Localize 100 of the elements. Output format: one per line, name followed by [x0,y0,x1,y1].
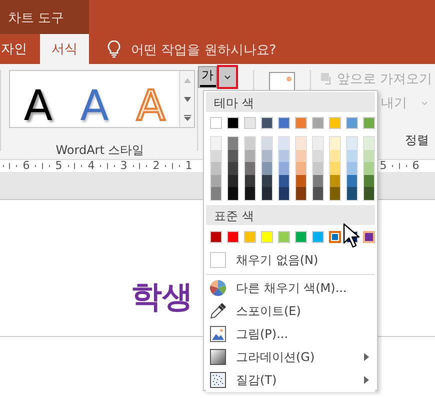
color-swatch[interactable] [279,162,289,175]
scroll-up-arrow-icon [184,77,190,84]
color-swatch[interactable] [210,230,222,243]
color-swatch[interactable] [364,150,374,162]
color-swatch[interactable] [347,162,357,175]
ruler-number: 1 [185,160,192,172]
color-swatch[interactable] [364,187,374,200]
color-swatch[interactable] [245,150,255,162]
color-swatch[interactable] [244,117,256,129]
ruler-number: 5 [380,160,387,172]
color-swatch[interactable] [228,187,238,200]
color-swatch[interactable] [295,117,307,129]
color-swatch[interactable] [313,187,323,200]
color-swatch[interactable] [330,162,340,175]
dropdown-button[interactable] [217,65,238,89]
wordart-style[interactable]: A [24,85,53,127]
context-tab-label: 차트 도구 [0,0,89,34]
ruler-number: 6 [22,160,30,172]
color-swatch[interactable] [279,187,289,200]
color-swatch[interactable] [211,174,221,188]
color-swatch[interactable] [296,187,306,200]
slide-text: 학생 [131,278,193,314]
color-swatch[interactable] [244,230,256,243]
color-swatch[interactable] [228,174,238,188]
color-swatch[interactable] [347,150,357,162]
color-swatch[interactable] [363,117,375,129]
color-swatch[interactable] [279,174,289,188]
tell-me-search[interactable]: 어떤 작업을 원하시나요? [131,34,276,64]
color-swatch[interactable] [295,230,307,243]
color-swatch[interactable] [313,150,323,162]
color-swatch[interactable] [227,117,239,129]
more-button[interactable] [180,108,194,128]
color-swatch[interactable] [312,117,324,129]
color-swatch[interactable] [347,137,357,150]
font-color-button[interactable]: 가 [198,66,217,88]
color-swatch[interactable] [211,150,221,162]
color-swatch[interactable] [312,230,324,243]
color-swatch[interactable] [313,137,323,150]
color-swatch[interactable] [330,187,340,200]
ruler-number: 3 [120,160,128,172]
color-swatch[interactable] [364,137,374,150]
color-swatch[interactable] [228,150,238,162]
color-swatch[interactable] [364,174,374,188]
color-swatch[interactable] [262,174,272,188]
color-swatch[interactable] [278,230,290,243]
color-swatch[interactable] [211,137,221,150]
color-swatch[interactable] [245,137,255,150]
color-swatch[interactable] [313,174,323,188]
color-swatch[interactable] [262,137,272,150]
color-swatch[interactable] [261,230,273,243]
ruler-number: 5 [55,160,62,172]
color-swatch[interactable] [347,187,357,200]
ribbon-tab[interactable]: 서식 [40,34,89,64]
color-swatch[interactable] [245,187,255,200]
color-swatch[interactable] [262,150,272,162]
color-swatch[interactable] [228,137,238,150]
color-swatch[interactable] [262,162,272,175]
group-label: 정렬 [405,132,429,149]
color-swatch[interactable] [330,137,340,150]
color-swatch[interactable] [329,117,341,129]
bring-forward-icon [321,73,333,85]
color-swatch[interactable] [364,162,374,175]
empty-swatch-icon [210,252,226,268]
color-swatch[interactable] [330,174,340,188]
color-swatch[interactable] [262,187,272,200]
color-swatch[interactable] [329,230,341,243]
texture-icon [210,372,226,388]
caret-icon[interactable] [421,100,428,106]
color-swatch[interactable] [346,117,358,129]
color-swatch[interactable] [211,187,221,200]
color-swatch[interactable] [245,174,255,188]
section-header: 테마 색 [206,92,375,112]
mouse-pointer-icon [343,223,361,249]
color-swatch[interactable] [210,117,222,129]
ruler-number: 2 [152,160,160,172]
color-swatch[interactable] [347,174,357,188]
more-arrow-icon [184,114,190,121]
color-swatch[interactable] [296,150,306,162]
ruler-number: 4 [88,160,95,172]
color-swatch[interactable] [296,174,306,188]
color-swatch[interactable] [228,162,238,175]
picture-icon [210,326,226,342]
color-swatch[interactable] [279,137,289,150]
ribbon-tab[interactable]: 자인 [0,34,40,64]
lightbulb-icon[interactable] [107,40,121,58]
color-swatch[interactable] [261,117,273,129]
caret-icon [224,74,231,80]
color-swatch[interactable] [279,150,289,162]
scroll-down-arrow-icon [184,96,190,102]
group-label: WordArt 스타일 [54,142,146,159]
color-swatch[interactable] [278,117,290,129]
color-swatch[interactable] [330,150,340,162]
color-swatch[interactable] [245,162,255,175]
wordart-style[interactable]: A [80,85,109,127]
color-swatch[interactable] [313,162,323,175]
color-swatch[interactable] [211,162,221,175]
color-swatch[interactable] [363,230,375,243]
color-swatch[interactable] [296,137,306,150]
color-swatch[interactable] [296,162,306,175]
color-swatch[interactable] [227,230,239,243]
